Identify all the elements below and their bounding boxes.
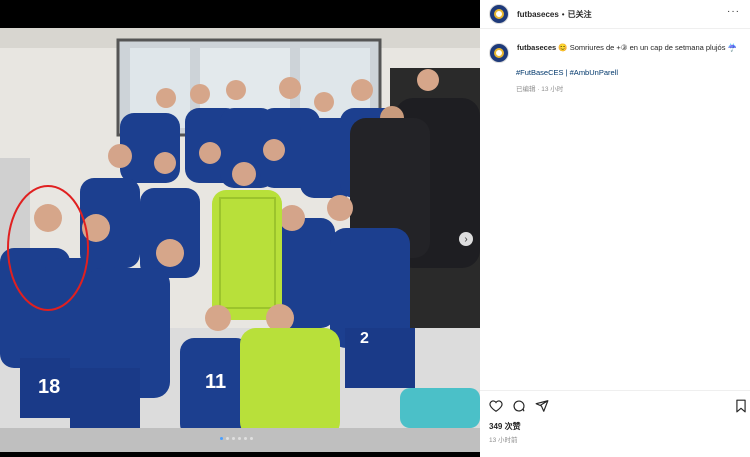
comment-icon[interactable] xyxy=(512,399,526,413)
post-time: 13 小时前 xyxy=(489,437,518,444)
carousel-dot xyxy=(238,437,241,440)
team-photo: 18 11 2 xyxy=(0,28,480,452)
post-header: futbaseces • 已关注 ··· xyxy=(480,0,750,29)
svg-text:2: 2 xyxy=(360,330,369,347)
club-crest-icon xyxy=(494,9,504,19)
bookmark-icon[interactable] xyxy=(735,399,747,413)
profile-avatar[interactable] xyxy=(489,4,509,24)
club-crest-icon xyxy=(494,48,504,58)
caption-username[interactable]: futbaseces xyxy=(517,43,556,52)
caption-edited-time: 已编辑 · 13 小时 xyxy=(516,86,564,93)
post-details-pane: futbaseces • 已关注 ··· futbaseces 😊 Somriu… xyxy=(480,0,750,457)
caption-avatar[interactable] xyxy=(489,43,509,63)
follow-status-button[interactable]: 已关注 xyxy=(568,9,592,20)
carousel-dot xyxy=(226,437,229,440)
post-photo[interactable]: 18 11 2 xyxy=(0,28,480,452)
post-actions: 349 次赞 13 小时前 xyxy=(480,390,750,444)
carousel-dot xyxy=(244,437,247,440)
carousel-dots xyxy=(220,437,253,440)
carousel-dot xyxy=(250,437,253,440)
media-pane: 18 11 2 › xyxy=(0,0,480,457)
share-icon[interactable] xyxy=(535,399,549,413)
caption-text-block: futbaseces 😊 Somriures de +③ en un cap d… xyxy=(517,43,737,53)
heart-icon[interactable] xyxy=(489,399,503,413)
svg-text:11: 11 xyxy=(205,371,226,393)
header-separator: • xyxy=(561,9,565,19)
like-count[interactable]: 349 次赞 xyxy=(489,421,521,432)
carousel-dot xyxy=(232,437,235,440)
post-caption: futbaseces 😊 Somriures de +③ en un cap d… xyxy=(489,43,744,93)
carousel-dot xyxy=(220,437,223,440)
carousel-next-button[interactable]: › xyxy=(459,232,473,246)
caption-hashtags[interactable]: #FutBaseCES | #AmbUnParell xyxy=(516,68,744,77)
caption-text: 😊 Somriures de +③ en un cap de setmana p… xyxy=(558,43,737,52)
svg-text:18: 18 xyxy=(38,376,60,398)
more-options-icon[interactable]: ··· xyxy=(727,6,740,17)
header-username[interactable]: futbaseces xyxy=(517,10,559,19)
